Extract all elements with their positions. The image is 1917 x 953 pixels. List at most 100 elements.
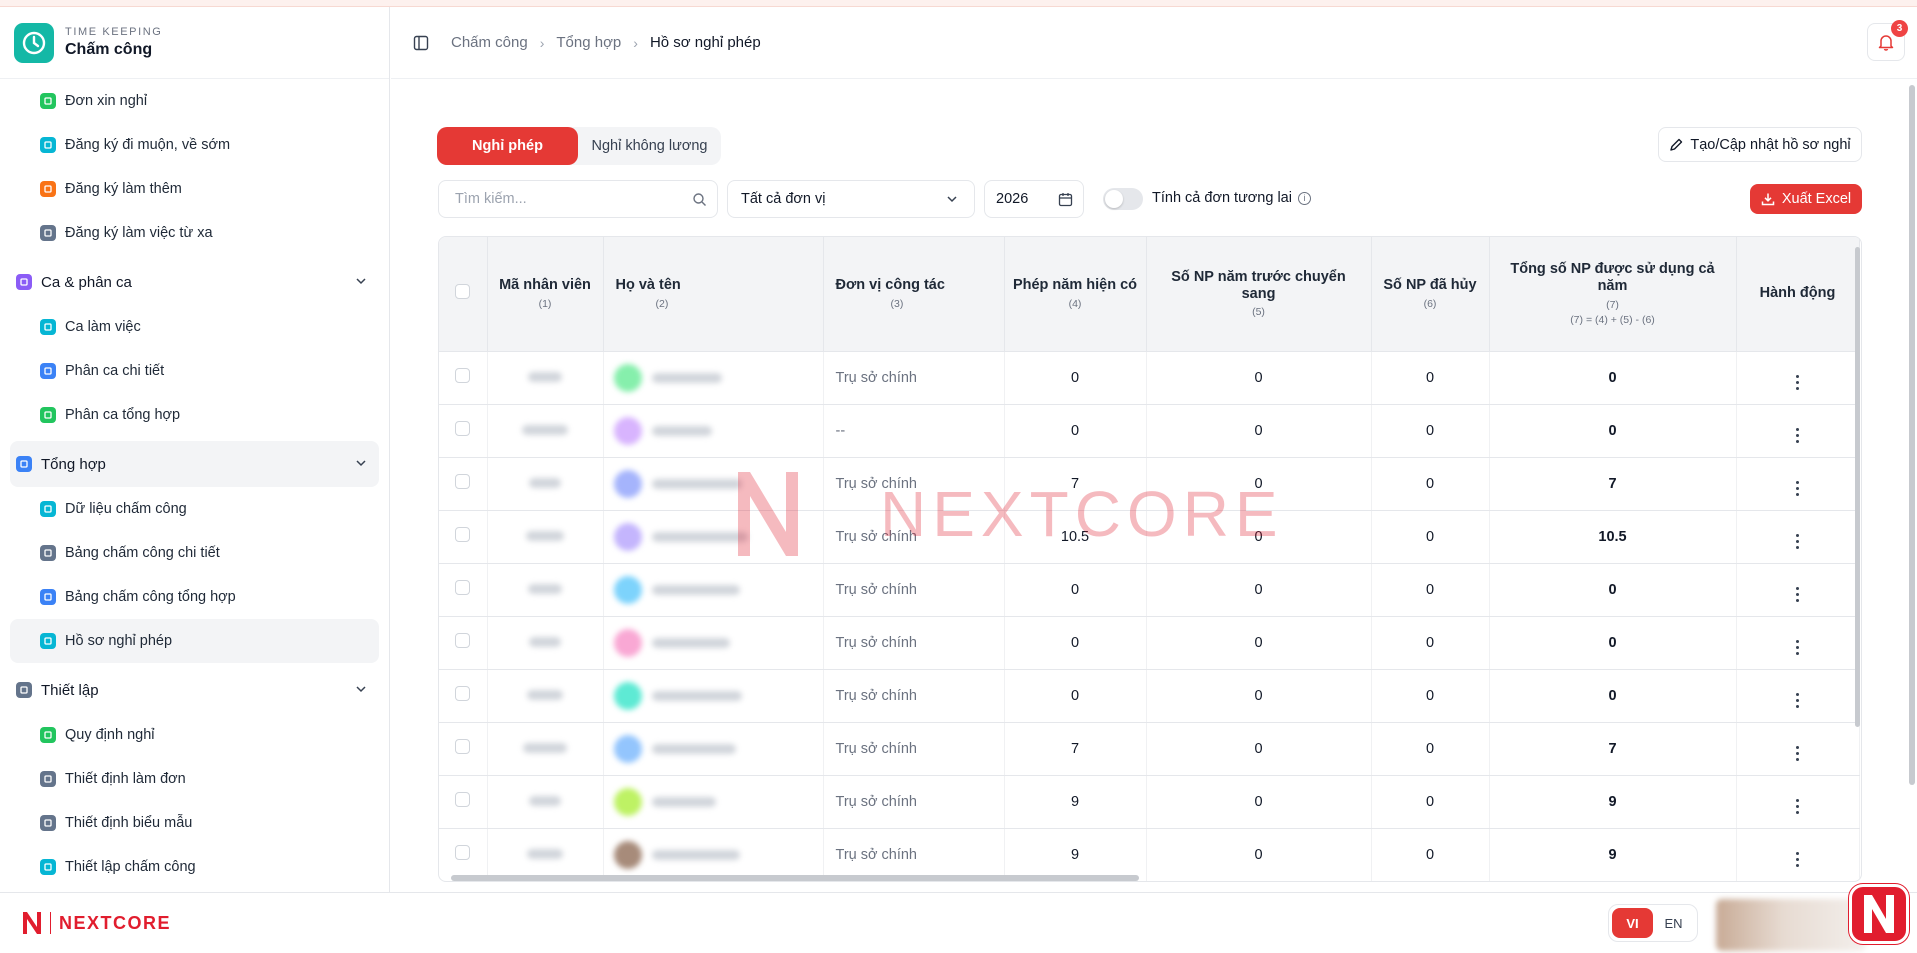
create-button-label: Tạo/Cập nhật hồ sơ nghỉ bbox=[1690, 136, 1851, 153]
horizontal-scrollbar[interactable] bbox=[451, 875, 1139, 881]
unit-cell: -- bbox=[823, 404, 1005, 458]
more-vertical-icon[interactable] bbox=[1796, 427, 1799, 443]
select-all-checkbox[interactable] bbox=[455, 283, 471, 299]
page-scrollbar[interactable] bbox=[1909, 85, 1915, 785]
header-cancelled[interactable]: Số NP đã hủy (6) bbox=[1371, 237, 1490, 352]
search-icon bbox=[692, 192, 707, 211]
brand-header[interactable]: TIME KEEPING Chấm công bbox=[0, 7, 389, 79]
more-vertical-icon[interactable] bbox=[1796, 692, 1799, 708]
employee-name-cell bbox=[603, 351, 824, 405]
sidebar-item-ho-so-nghi-phep[interactable]: Hồ sơ nghỉ phép bbox=[10, 619, 379, 663]
more-vertical-icon[interactable] bbox=[1796, 745, 1799, 761]
avatar bbox=[613, 575, 642, 604]
cancelled-cell: 0 bbox=[1371, 828, 1490, 881]
header-index: (4) bbox=[1068, 297, 1082, 310]
row-checkbox[interactable] bbox=[455, 686, 471, 701]
carried-over-cell: 0 bbox=[1146, 457, 1372, 511]
sidebar-item-quy-dinh-nghi[interactable]: Quy định nghỉ bbox=[10, 713, 379, 757]
sidebar-group-thiet-lap[interactable]: Thiết lập bbox=[10, 667, 379, 713]
more-vertical-icon[interactable] bbox=[1796, 851, 1799, 867]
future-requests-toggle[interactable] bbox=[1103, 188, 1143, 210]
sidebar-item-bang-cham-cong-chi-tiet[interactable]: Bảng chấm công chi tiết bbox=[10, 531, 379, 575]
sidebar-toggle-icon[interactable] bbox=[413, 35, 429, 51]
lang-en-button[interactable]: EN bbox=[1653, 908, 1694, 938]
sidebar-item-thiet-lap-cham-cong[interactable]: Thiết lập chấm công bbox=[10, 845, 379, 889]
export-excel-button[interactable]: Xuất Excel bbox=[1750, 184, 1862, 214]
current-leave-cell: 9 bbox=[1004, 828, 1147, 881]
cancelled-cell: 0 bbox=[1371, 669, 1490, 723]
header-current-leave[interactable]: Phép năm hiện có (4) bbox=[1004, 237, 1147, 352]
sidebar-item-don-xin-nghi[interactable]: Đơn xin nghỉ bbox=[10, 79, 379, 123]
row-checkbox[interactable] bbox=[455, 633, 471, 648]
more-vertical-icon[interactable] bbox=[1796, 480, 1799, 496]
avatar bbox=[613, 628, 642, 657]
sidebar-item-dang-ky-di-muon-ve-som[interactable]: Đăng ký đi muộn, về sớm bbox=[10, 123, 379, 167]
tab-annual-leave[interactable]: Nghỉ phép bbox=[437, 127, 578, 165]
sidebar-item-du-lieu-cham-cong[interactable]: Dữ liệu chấm công bbox=[10, 487, 379, 531]
top-header: Chấm công › Tổng hợp › Hồ sơ nghỉ phép 3 bbox=[391, 7, 1917, 79]
footer-divider bbox=[50, 912, 51, 934]
header-total-usable[interactable]: Tổng số NP được sử dụng cả năm (7) (7) = (… bbox=[1489, 237, 1737, 352]
table-row[interactable]: Trụ sở chính 0 0 0 0 bbox=[439, 616, 1860, 670]
table-row[interactable]: -- 0 0 0 0 bbox=[439, 404, 1860, 458]
row-checkbox[interactable] bbox=[455, 474, 471, 489]
more-vertical-icon[interactable] bbox=[1796, 374, 1799, 390]
employee-name-blurred bbox=[651, 531, 748, 542]
row-checkbox[interactable] bbox=[455, 580, 471, 595]
row-checkbox[interactable] bbox=[455, 792, 471, 807]
search-input[interactable]: Tìm kiếm... bbox=[438, 180, 718, 218]
footer-logo[interactable]: NEXTCORE bbox=[22, 911, 171, 935]
table-row[interactable]: Trụ sở chính 0 0 0 0 bbox=[439, 669, 1860, 723]
sidebar-item-phan-ca-tong-hop[interactable]: Phân ca tổng hợp bbox=[10, 393, 379, 437]
more-vertical-icon[interactable] bbox=[1796, 586, 1799, 602]
row-checkbox[interactable] bbox=[455, 368, 471, 383]
sidebar-group-ca-phan-ca[interactable]: Ca & phân ca bbox=[10, 259, 379, 305]
create-update-leave-profile-button[interactable]: Tạo/Cập nhật hồ sơ nghỉ bbox=[1658, 127, 1862, 162]
table-row[interactable]: Trụ sở chính 9 0 0 9 bbox=[439, 828, 1860, 881]
sidebar-group-tong-hop[interactable]: Tổng hợp bbox=[10, 441, 379, 487]
header-employee-code[interactable]: Mã nhân viên (1) bbox=[487, 237, 604, 352]
tab-unpaid-leave[interactable]: Nghỉ không lương bbox=[578, 127, 721, 165]
unit-select[interactable]: Tất cả đơn vị bbox=[727, 180, 975, 218]
unit-cell: Trụ sở chính bbox=[823, 616, 1005, 670]
chevron-down-icon bbox=[355, 683, 367, 698]
vertical-scrollbar[interactable] bbox=[1855, 247, 1860, 727]
sidebar-item-thiet-dinh-lam-don[interactable]: Thiết định làm đơn bbox=[10, 757, 379, 801]
sidebar-item-thiet-dinh-bieu-mau[interactable]: Thiết định biểu mẫu bbox=[10, 801, 379, 845]
header-full-name[interactable]: Họ và tên (2) bbox=[603, 237, 824, 352]
header-carried-over[interactable]: Số NP năm trước chuyển sang (5) bbox=[1146, 237, 1372, 352]
table-row[interactable]: Trụ sở chính 10.5 0 0 10.5 bbox=[439, 510, 1860, 564]
carried-over-cell: 0 bbox=[1146, 404, 1372, 458]
sidebar-item-ca-lam-viec[interactable]: Ca làm việc bbox=[10, 305, 379, 349]
table-row[interactable]: Trụ sở chính 0 0 0 0 bbox=[439, 563, 1860, 617]
sidebar-item-bang-cham-cong-tong-hop[interactable]: Bảng chấm công tổng hợp bbox=[10, 575, 379, 619]
breadcrumb-item-tong-hop[interactable]: Tổng hợp bbox=[556, 34, 621, 51]
sidebar-item-dang-ky-lam-them[interactable]: Đăng ký làm thêm bbox=[10, 167, 379, 211]
carried-over-cell: 0 bbox=[1146, 616, 1372, 670]
floating-nextcore-button[interactable] bbox=[1849, 884, 1909, 944]
year-picker[interactable]: 2026 bbox=[984, 180, 1084, 218]
document-icon bbox=[40, 815, 56, 831]
table-row[interactable]: Trụ sở chính 9 0 0 9 bbox=[439, 775, 1860, 829]
breadcrumb-item-cham-cong[interactable]: Chấm công bbox=[451, 34, 528, 51]
sidebar-item-label: Thiết định biểu mẫu bbox=[65, 815, 193, 831]
row-checkbox[interactable] bbox=[455, 421, 471, 436]
info-icon[interactable]: i bbox=[1297, 191, 1311, 205]
more-vertical-icon[interactable] bbox=[1796, 639, 1799, 655]
more-vertical-icon[interactable] bbox=[1796, 533, 1799, 549]
clock-icon bbox=[40, 137, 56, 153]
sidebar-item-dang-ky-lam-viec-tu-xa[interactable]: Đăng ký làm việc từ xa bbox=[10, 211, 379, 255]
row-checkbox[interactable] bbox=[455, 527, 471, 542]
unit-cell: Trụ sở chính bbox=[823, 722, 1005, 776]
table-row[interactable]: Trụ sở chính 7 0 0 7 bbox=[439, 457, 1860, 511]
row-checkbox[interactable] bbox=[455, 845, 471, 860]
user-profile-blurred[interactable] bbox=[1716, 899, 1866, 951]
table-row[interactable]: Trụ sở chính 7 0 0 7 bbox=[439, 722, 1860, 776]
header-unit[interactable]: Đơn vị công tác (3) bbox=[823, 237, 1005, 352]
sidebar-item-phan-ca-chi-tiet[interactable]: Phân ca chi tiết bbox=[10, 349, 379, 393]
table-row[interactable]: Trụ sở chính 0 0 0 0 bbox=[439, 351, 1860, 405]
calendar-icon bbox=[40, 407, 56, 423]
row-checkbox[interactable] bbox=[455, 739, 471, 754]
lang-vi-button[interactable]: VI bbox=[1612, 908, 1653, 938]
more-vertical-icon[interactable] bbox=[1796, 798, 1799, 814]
